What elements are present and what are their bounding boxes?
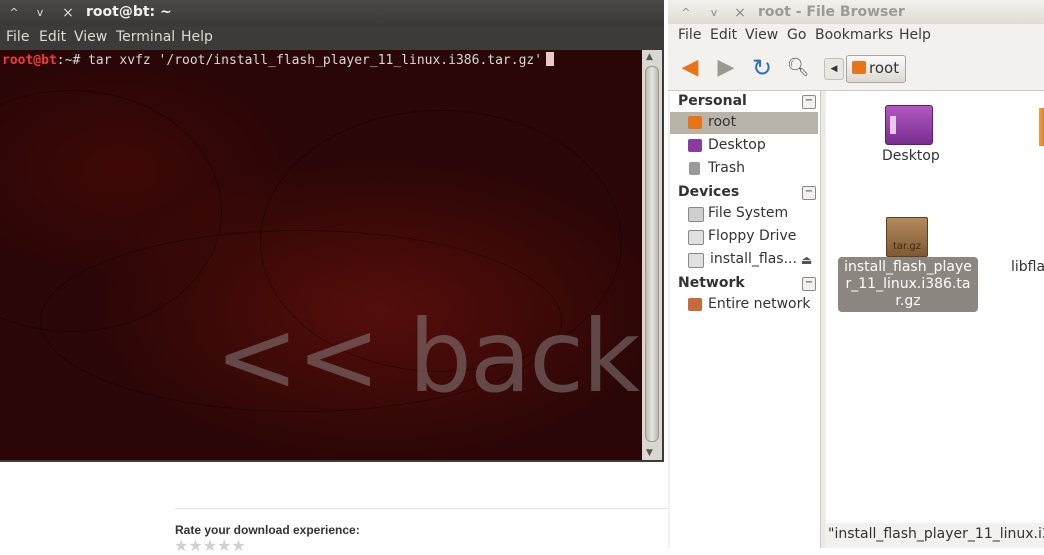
file-item-flash-archive[interactable]: tar.gz install_flash_player_11_linux.i38… [838,217,998,312]
sidebar-item-file-system[interactable]: File System [670,203,818,225]
sidebar-heading-devices: Devices [678,184,740,200]
sidebar-item-label: Desktop [708,137,766,153]
terminal-window: ^ v × root@bt: ~ File Edit View Terminal… [0,0,664,462]
sidebar-item-label: install_flas... [710,251,797,267]
status-bar: "install_flash_player_11_linux.i38 [826,523,1044,548]
file-browser-window: ^ v × root - File Browser File Edit View… [668,0,1044,548]
sidebar-item-label: File System [708,205,789,221]
desktop-folder-icon [688,139,702,152]
menu-go[interactable]: Go [787,27,806,43]
sidebar-item-label: root [708,114,737,130]
status-text: "install_flash_player_11_linux.i38 [828,526,1044,542]
prompt-path: :~# [56,53,89,68]
menu-edit[interactable]: Edit [710,27,737,43]
collapse-personal-icon[interactable]: − [802,95,816,109]
rate-download-label: Rate your download experience: [175,523,360,537]
mounted-volume-icon [688,253,704,268]
menu-view[interactable]: View [74,29,107,45]
terminal-scrollbar[interactable]: ▲ ▼ [642,50,662,460]
sidebar-heading-personal: Personal [678,93,747,109]
terminal-title: root@bt: ~ [86,4,172,20]
network-icon [688,298,702,311]
file-label: Desktop [882,148,940,164]
trash-icon [689,162,700,175]
menu-help[interactable]: Help [181,29,213,45]
maximize-button[interactable]: v [704,4,724,22]
maximize-button[interactable]: v [30,4,50,22]
search-icon[interactable]: 🔍︎ [784,56,812,80]
scroll-thumb[interactable] [645,66,659,442]
menu-help[interactable]: Help [899,27,931,43]
file-item-desktop[interactable]: Desktop [866,105,966,165]
collapse-devices-icon[interactable]: − [802,186,816,200]
collapse-network-icon[interactable]: − [802,277,816,291]
command-line: root@bt:~# tar xvfz '/root/install_flash… [2,52,555,68]
archive-icon: tar.gz [886,217,928,257]
archive-extension: tar.gz [892,241,922,252]
back-arrow-icon[interactable]: ◀ [676,56,704,80]
minimize-button[interactable]: ^ [4,4,24,22]
breadcrumb-left-arrow-icon[interactable]: ◀ [824,58,844,80]
browser-toolbar: ◀ ▶ ↻ 🔍︎ ◀ root [668,48,1044,91]
sidebar-item-floppy[interactable]: Floppy Drive [670,226,818,248]
backtrack-watermark: << back | t [215,298,642,415]
menu-file[interactable]: File [6,29,29,45]
text-cursor [546,52,555,66]
places-sidebar: Personal − root Desktop Trash Devices − … [670,91,821,548]
menu-view[interactable]: View [745,27,778,43]
file-icon-view[interactable]: Desktop tar.gz install_flash_player_11_l… [826,91,1044,523]
menu-bookmarks[interactable]: Bookmarks [815,27,893,43]
eject-icon[interactable]: ⏏ [801,253,812,267]
scroll-down-arrow-icon[interactable]: ▼ [646,448,653,458]
prompt-user: root@bt [2,53,57,68]
terminal-menubar: File Edit View Terminal Help [0,26,664,50]
partial-folder-icon [1039,108,1044,146]
scroll-up-arrow-icon[interactable]: ▲ [646,52,653,62]
file-label-selected: install_flash_player_11_linux.i386.tar.g… [838,257,978,312]
background-web-page: Rate your download experience: ★★★★★ [0,460,668,554]
terminal-output[interactable]: << back | t root@bt:~# tar xvfz '/root/i… [0,50,642,460]
divider [175,508,668,509]
forward-arrow-icon[interactable]: ▶ [712,56,740,80]
sidebar-item-label: Trash [708,160,745,176]
browser-title: root - File Browser [758,4,905,20]
browser-titlebar[interactable]: ^ v × root - File Browser [668,0,1044,26]
desktop-folder-icon [885,105,933,145]
breadcrumb-label: root [869,59,900,77]
sidebar-item-trash[interactable]: Trash [670,158,818,180]
hard-drive-icon [688,207,704,222]
sidebar-heading-network: Network [678,275,745,291]
menu-terminal[interactable]: Terminal [116,29,175,45]
sidebar-item-label: Floppy Drive [708,228,797,244]
breadcrumb-root-button[interactable]: root [846,55,906,83]
sidebar-item-root[interactable]: root [670,112,818,134]
sidebar-item-entire-network[interactable]: Entire network [670,294,818,316]
home-folder-icon [852,61,866,74]
typed-command: tar xvfz '/root/install_flash_player_11_… [88,53,543,68]
sidebar-item-label: Entire network [708,296,811,312]
reload-icon[interactable]: ↻ [748,56,776,80]
pane-splitter[interactable] [821,91,825,548]
rating-stars[interactable]: ★★★★★ [174,538,246,554]
close-button[interactable]: × [730,4,750,22]
file-label-partial: libfla [1011,259,1044,275]
minimize-button[interactable]: ^ [676,4,696,22]
menu-edit[interactable]: Edit [39,29,66,45]
menu-file[interactable]: File [678,27,701,43]
sidebar-item-install-flash[interactable]: install_flas... ⏏ [670,249,818,271]
terminal-titlebar[interactable]: ^ v × root@bt: ~ [0,0,664,26]
floppy-drive-icon [688,230,704,245]
close-button[interactable]: × [58,4,78,22]
browser-menubar: File Edit View Go Bookmarks Help [668,24,1044,48]
sidebar-item-desktop[interactable]: Desktop [670,135,818,157]
home-folder-icon [688,116,702,129]
